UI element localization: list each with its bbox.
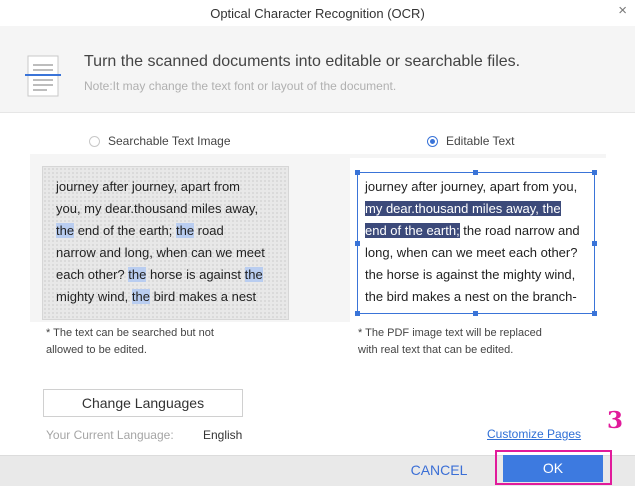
title-bar: Optical Character Recognition (OCR) × — [0, 0, 635, 26]
preview-text-line: you, my dear.thousand miles away, — [56, 198, 265, 220]
resize-handle — [592, 241, 597, 246]
search-highlight: the — [244, 267, 263, 282]
resize-handle — [355, 311, 360, 316]
preview-text-line: narrow and long, when can we meet — [56, 242, 265, 264]
search-highlight: the — [56, 223, 75, 238]
text-run: the road narrow and — [459, 223, 580, 238]
dialog-heading: Turn the scanned documents into editable… — [84, 53, 521, 70]
text-run: mighty wind, — [56, 289, 132, 304]
ok-button[interactable]: OK — [503, 455, 603, 482]
preview-text-line: the end of the earth; the road — [56, 220, 265, 242]
editable-text-label: Editable Text — [446, 134, 515, 148]
search-highlight: the — [131, 289, 150, 304]
text-run: the horse is against the mighty wind, — [365, 267, 576, 282]
caption-line: * The text can be searched but not — [46, 327, 214, 339]
searchable-preview-text: journey after journey, apart from you, my… — [56, 176, 265, 308]
searchable-text-label: Searchable Text Image — [108, 134, 231, 148]
header-panel: Turn the scanned documents into editable… — [0, 26, 635, 113]
dialog-note: Note:It may change the text font or layo… — [84, 79, 397, 93]
current-language-label: Your Current Language: — [46, 428, 174, 442]
text-run: horse is against — [146, 267, 245, 282]
text-run: long, when can we meet each other? — [365, 245, 578, 260]
preview-text-line: each other? the horse is against the — [56, 264, 265, 286]
searchable-caption: * The text can be searched but not allow… — [46, 325, 214, 359]
customize-pages-link[interactable]: Customize Pages — [487, 427, 581, 441]
text-run: you, my dear.thousand miles away, — [56, 201, 259, 216]
cancel-button[interactable]: CANCEL — [380, 455, 498, 485]
preview-text-line: end of the earth; the road narrow and — [365, 220, 580, 242]
resize-handle — [473, 170, 478, 175]
preview-text-line: journey after journey, apart from you, — [365, 176, 580, 198]
search-highlight: the — [175, 223, 195, 238]
text-run: the bird makes a nest on the branch- — [365, 289, 577, 304]
preview-text-line: long, when can we meet each other? — [365, 242, 580, 264]
preview-text-line: my dear.thousand miles away, the — [365, 198, 580, 220]
text-run: journey after journey, apart from — [56, 179, 241, 194]
editable-caption: * The PDF image text will be replaced wi… — [358, 325, 542, 359]
editable-preview-text: journey after journey, apart from you, my… — [365, 176, 580, 308]
preview-text-line: the bird makes a nest on the branch- — [365, 286, 580, 308]
window-title: Optical Character Recognition (OCR) — [210, 6, 425, 21]
text-run: road — [194, 223, 224, 238]
radio-checked-icon — [427, 135, 438, 147]
text-selection: my dear.thousand miles away, the — [365, 201, 561, 216]
resize-handle — [355, 241, 360, 246]
caption-line: * The PDF image text will be replaced — [358, 327, 542, 339]
resize-handle — [473, 311, 478, 316]
preview-text-line: the horse is against the mighty wind, — [365, 264, 580, 286]
text-run: each other? — [56, 267, 129, 282]
resize-handle — [592, 311, 597, 316]
text-run: end of the earth; — [74, 223, 176, 238]
search-highlight: the — [128, 267, 147, 282]
searchable-text-radio[interactable]: Searchable Text Image — [89, 134, 231, 148]
text-run: narrow and long, when can we meet — [56, 245, 265, 260]
editable-text-radio[interactable]: Editable Text — [427, 134, 515, 148]
preview-text-line: journey after journey, apart from — [56, 176, 265, 198]
text-run: bird makes a nest — [149, 289, 257, 304]
preview-text-line: mighty wind, the bird makes a nest — [56, 286, 265, 308]
radio-unchecked-icon — [89, 135, 100, 147]
caption-line: allowed to be edited. — [46, 344, 147, 356]
caption-line: with real text that can be edited. — [358, 344, 514, 356]
current-language-value: English — [203, 428, 243, 442]
close-icon[interactable]: × — [618, 2, 627, 19]
resize-handle — [592, 170, 597, 175]
ocr-document-icon — [25, 55, 61, 97]
text-run: journey after journey, apart from you, — [365, 179, 578, 194]
resize-handle — [355, 170, 360, 175]
text-selection: end of the earth; — [365, 223, 460, 238]
step-annotation: 3 — [607, 407, 624, 434]
change-languages-button[interactable]: Change Languages — [43, 389, 243, 417]
